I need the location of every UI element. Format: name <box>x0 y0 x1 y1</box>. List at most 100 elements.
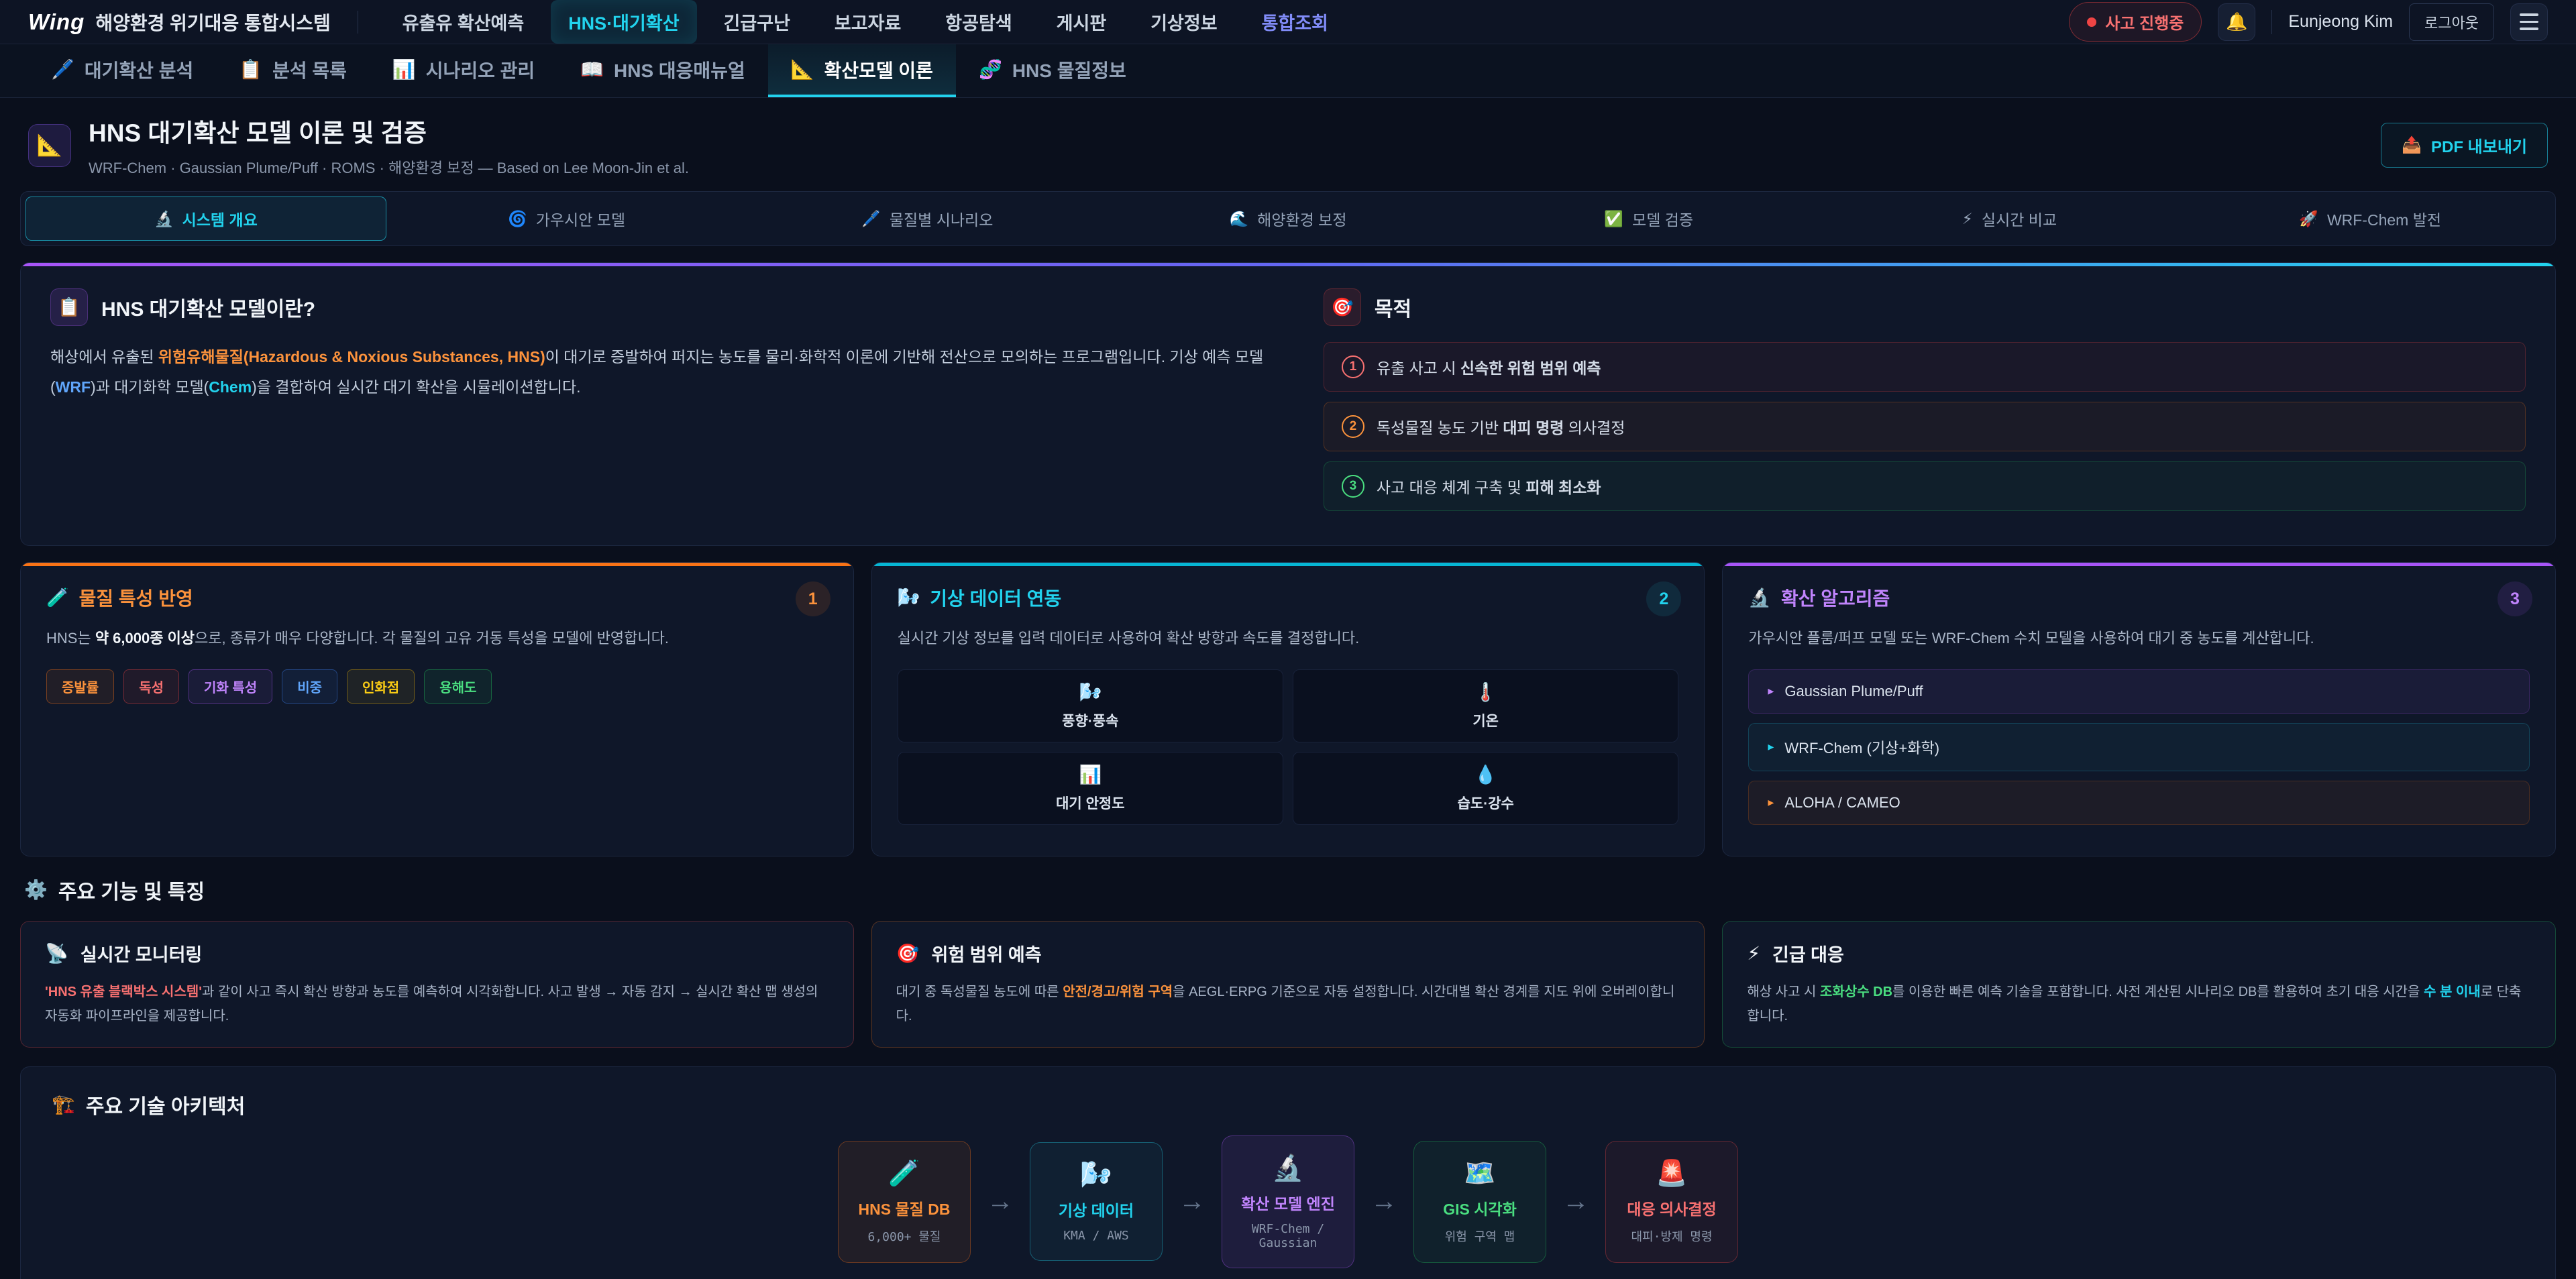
card-title: 물질 특성 반영 <box>79 584 193 611</box>
subnav-item-analysis-list[interactable]: 📋 분석 목록 <box>216 44 370 97</box>
satellite-antenna-icon: 📡 <box>45 942 68 964</box>
feature-title: ⚡ 긴급 대응 <box>1747 940 2531 966</box>
wind-icon: 🌬️ <box>1080 1160 1112 1190</box>
subnav-item-model-theory[interactable]: 📐 확산모델 이론 <box>768 44 956 97</box>
tag-vaporization: 기화 특성 <box>189 669 272 704</box>
cell-label: 풍향·풍속 <box>1062 710 1118 730</box>
feature-title: 🎯 위험 범위 예측 <box>896 940 1680 966</box>
pdf-export-button[interactable]: 📤 PDF 내보내기 <box>2381 123 2548 168</box>
node-title: 확산 모델 엔진 <box>1241 1191 1335 1214</box>
card-heading: 🧪 물질 특성 반영 <box>46 584 828 611</box>
atmospheric-stability-cell: 📊 대기 안정도 <box>898 752 1283 825</box>
tab-wrfchem-evolution[interactable]: 🚀 WRF-Chem 발전 <box>2190 197 2551 241</box>
tab-label: 모델 검증 <box>1632 207 1693 230</box>
nav-item-rescue[interactable]: 긴급구난 <box>706 0 808 44</box>
subnav-item-diffusion-analysis[interactable]: 🖊️ 대기확산 분석 <box>28 44 216 97</box>
node-title: HNS 물질 DB <box>859 1197 951 1219</box>
cell-label: 대기 안정도 <box>1056 793 1124 813</box>
main-menu: 유출유 확산예측 HNS·대기확산 긴급구난 보고자료 항공탐색 게시판 기상정… <box>385 0 1346 44</box>
purpose-item-3: 3 사고 대응 체계 구축 및 피해 최소화 <box>1324 461 2526 511</box>
flow-node-response-decision: 🚨 대응 의사결정 대피·방제 명령 <box>1605 1141 1738 1263</box>
number-badge: 1 <box>1342 355 1364 378</box>
text-segment: 해상에서 유출된 <box>50 348 158 366</box>
nav-item-aerial-search[interactable]: 항공탐색 <box>928 0 1029 44</box>
node-subtitle: 6,000+ 물질 <box>868 1227 941 1245</box>
flow-node-diffusion-engine: 🔬 확산 모델 엔진 WRF-Chem / Gaussian <box>1222 1135 1354 1268</box>
tab-label: 가우시안 모델 <box>536 207 625 230</box>
tab-model-validation[interactable]: ✅ 모델 검증 <box>1468 197 1829 241</box>
export-icon: 📤 <box>2402 135 2422 155</box>
features-heading: ⚙️ 주요 기능 및 특징 <box>24 875 2552 905</box>
arrow-right-icon: → <box>1179 1186 1205 1217</box>
clipboard-icon: 📋 <box>239 58 262 80</box>
tab-system-overview[interactable]: 🔬 시스템 개요 <box>25 197 386 241</box>
features-grid: 📡 실시간 모니터링 'HNS 유출 블랙박스 시스템'과 같이 사고 즉시 확… <box>20 921 2556 1048</box>
target-icon: 🎯 <box>1324 288 1361 326</box>
architecture-heading: 🏗️ 주요 기술 아키텍처 <box>52 1090 2524 1119</box>
tag-specific-gravity: 비중 <box>282 669 337 704</box>
node-subtitle: 대피·방제 명령 <box>1631 1227 1712 1245</box>
tab-label: 해양환경 보정 <box>1257 207 1346 230</box>
cyclone-icon: 🌀 <box>508 210 527 228</box>
bar-chart-icon: 📊 <box>1079 764 1102 785</box>
property-tags: 증발률 독성 기화 특성 비중 인화점 용해도 <box>46 669 828 704</box>
page-title: HNS 대기확산 모델 이론 및 검증 <box>89 113 689 149</box>
logout-button[interactable]: 로그아웃 <box>2409 3 2494 41</box>
feature-title: 📡 실시간 모니터링 <box>45 940 829 966</box>
card-text: HNS는 약 6,000종 이상으로, 종류가 매우 다양합니다. 각 물질의 … <box>46 626 828 652</box>
node-title: 기상 데이터 <box>1059 1198 1134 1221</box>
rocket-icon: 🚀 <box>2299 210 2318 228</box>
tab-label: 실시간 비교 <box>1982 207 2057 230</box>
card-title: 기상 데이터 연동 <box>930 584 1061 611</box>
number-badge: 2 <box>1342 415 1364 438</box>
menu-button[interactable] <box>2510 3 2548 41</box>
card-heading: 🔬 확산 알고리즘 <box>1748 584 2530 611</box>
purpose-title: 목적 <box>1375 292 1411 322</box>
nav-item-hns-diffusion[interactable]: HNS·대기확산 <box>551 0 696 44</box>
microscope-icon: 🔬 <box>1272 1154 1303 1183</box>
tab-gaussian-model[interactable]: 🌀 가우시안 모델 <box>386 197 747 241</box>
section-tabbar: 🔬 시스템 개요 🌀 가우시안 모델 🖊️ 물질별 시나리오 🌊 해양환경 보정… <box>20 191 2556 246</box>
test-tube-icon: 🧪 <box>46 587 69 608</box>
tab-substance-scenarios[interactable]: 🖊️ 물질별 시나리오 <box>747 197 1108 241</box>
arrow-right-icon: → <box>1562 1186 1589 1217</box>
incident-status-badge: 사고 진행중 <box>2069 2 2202 42</box>
tab-label: 시스템 개요 <box>182 207 258 230</box>
wrf-highlight: WRF <box>56 378 91 396</box>
chem-highlight: Chem <box>209 378 252 396</box>
notifications-button[interactable]: 🔔 <box>2218 3 2255 41</box>
subnav-item-scenario-management[interactable]: 📊 시나리오 관리 <box>370 44 557 97</box>
flow-node-weather-data: 🌬️ 기상 데이터 KMA / AWS <box>1030 1142 1163 1261</box>
page-titles: HNS 대기확산 모델 이론 및 검증 WRF-Chem · Gaussian … <box>89 113 689 178</box>
purpose-text: 사고 대응 체계 구축 및 피해 최소화 <box>1377 475 1601 498</box>
purpose-text: 유출 사고 시 신속한 위험 범위 예측 <box>1377 355 1601 378</box>
node-subtitle: WRF-Chem / Gaussian <box>1230 1222 1346 1250</box>
page-header: 📐 HNS 대기확산 모델 이론 및 검증 WRF-Chem · Gaussia… <box>28 113 2548 178</box>
algorithm-aloha-cameo: ▸ ALOHA / CAMEO <box>1748 781 2530 825</box>
nav-item-weather[interactable]: 기상정보 <box>1133 0 1234 44</box>
tag-solubility: 용해도 <box>424 669 492 704</box>
nav-item-reports[interactable]: 보고자료 <box>817 0 918 44</box>
nav-item-oil-spill[interactable]: 유출유 확산예측 <box>385 0 541 44</box>
emergency-response-card: ⚡ 긴급 대응 해상 사고 시 조화상수 DB를 이용한 빠른 예측 기술을 포… <box>1722 921 2556 1048</box>
nav-item-board[interactable]: 게시판 <box>1039 0 1124 44</box>
subnav-label: HNS 물질정보 <box>1012 56 1126 83</box>
nav-item-integrated-search[interactable]: 통합조회 <box>1244 0 1346 44</box>
card-title: 확산 알고리즘 <box>1781 584 1890 611</box>
tab-marine-correction[interactable]: 🌊 해양환경 보정 <box>1108 197 1468 241</box>
purpose-text: 독성물질 농도 기반 대피 명령 의사결정 <box>1377 415 1625 438</box>
wind-icon: 🌬️ <box>898 587 920 608</box>
gear-icon: ⚙️ <box>24 879 48 901</box>
purpose-heading: 🎯 목적 <box>1324 288 2526 326</box>
subnav-item-hns-substance-info[interactable]: 🧬 HNS 물질정보 <box>956 44 1149 97</box>
substance-properties-card: 🧪 물질 특성 반영 1 HNS는 약 6,000종 이상으로, 종류가 매우 … <box>20 562 854 856</box>
tab-realtime-comparison[interactable]: ⚡ 실시간 비교 <box>1829 197 2190 241</box>
brand-name: 해양환경 위기대응 통합시스템 <box>95 9 330 36</box>
subnav-item-hns-manual[interactable]: 📖 HNS 대응매뉴얼 <box>557 44 768 97</box>
pipeline-flow-diagram: 🧪 HNS 물질 DB 6,000+ 물질 → 🌬️ 기상 데이터 KMA / … <box>48 1135 2528 1268</box>
page-subtitle: WRF-Chem · Gaussian Plume/Puff · ROMS · … <box>89 156 689 178</box>
subnav-label: 시나리오 관리 <box>426 56 535 83</box>
triangle-marker-icon: ▸ <box>1768 795 1774 810</box>
realtime-monitoring-card: 📡 실시간 모니터링 'HNS 유출 블랙박스 시스템'과 같이 사고 즉시 확… <box>20 921 854 1048</box>
node-title: 대응 의사결정 <box>1627 1197 1716 1219</box>
